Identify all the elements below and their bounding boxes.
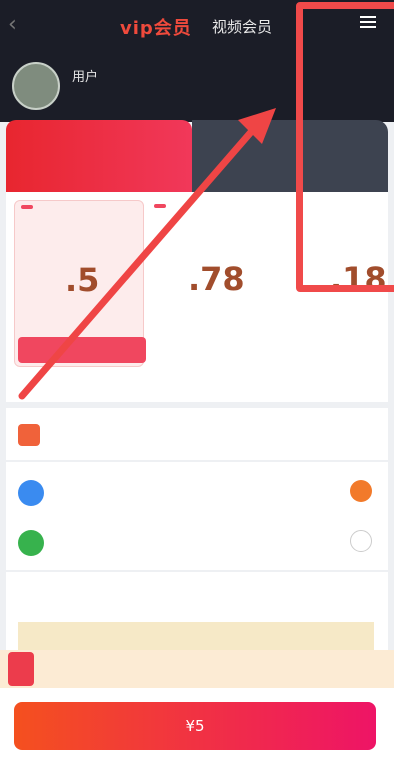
plan-select-button[interactable] <box>18 337 146 363</box>
alipay-icon <box>18 480 44 506</box>
confirm-pay-button[interactable]: ¥5 <box>14 702 376 750</box>
user-name: 用户 <box>72 70 99 85</box>
coupon-row[interactable] <box>6 408 388 460</box>
coupon-icon <box>18 424 40 446</box>
tab-video-vip[interactable] <box>6 120 192 192</box>
compare-table-header <box>18 622 374 652</box>
plan-tag <box>154 204 166 208</box>
page-title: 视频会员 <box>212 18 273 36</box>
plan-price: .5 <box>65 261 100 299</box>
brand-logo: vip会员 <box>120 18 192 39</box>
plan-option[interactable]: .78 <box>150 200 278 365</box>
wechat-pay-icon <box>18 530 44 556</box>
annotation-highlight-box <box>296 2 394 292</box>
payment-methods <box>6 462 388 570</box>
chevron-left-icon[interactable]: ‹ <box>8 12 17 37</box>
plan-price: .78 <box>188 260 245 298</box>
promo-bar[interactable] <box>0 650 394 688</box>
alipay-radio[interactable] <box>350 480 372 502</box>
wechat-pay-radio[interactable] <box>350 530 372 552</box>
avatar[interactable] <box>12 62 60 110</box>
plan-tag <box>21 205 33 209</box>
promo-icon <box>8 652 34 686</box>
